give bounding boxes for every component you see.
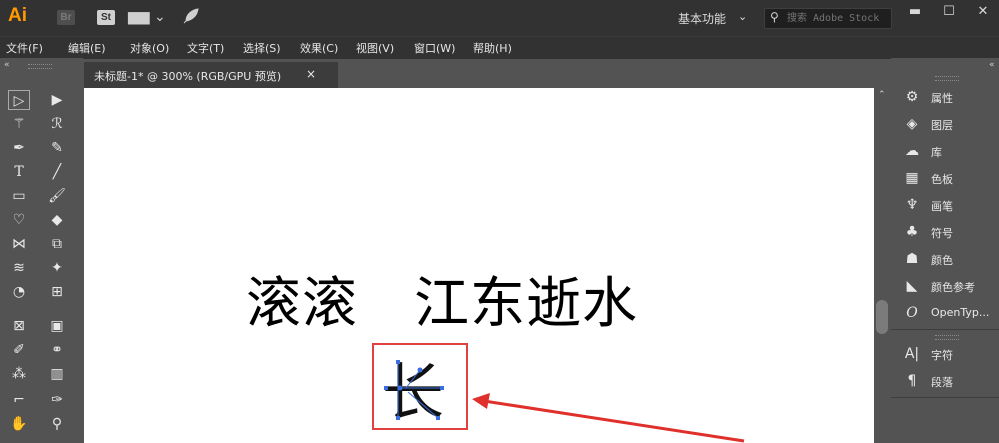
artwork-text[interactable]: 滚滚 江东逝水 [246,258,638,338]
color-guide-icon: ◣ [906,278,918,294]
menu-object[interactable]: 对象(O) [130,40,169,56]
color-icon: ☗ [905,251,919,267]
panel-grip[interactable] [935,76,959,81]
collapse-toolbox-icon[interactable]: « [4,60,10,70]
maximize-button[interactable]: ☐ [932,0,966,24]
zoom-tool-icon[interactable]: ⚲ [46,414,68,434]
column-graph-tool-icon[interactable]: ▥ [46,364,68,384]
annotation-arrow [472,393,745,443]
menu-view[interactable]: 视图(V) [356,40,394,56]
vertical-scrollbar[interactable]: ⌃ [874,88,891,443]
chevron-down-icon[interactable]: ⌄ [738,10,747,23]
menu-type[interactable]: 文字(T) [187,40,224,56]
magic-wand-tool-icon[interactable]: ⚚ [8,114,30,134]
blend-tool-icon[interactable]: ⚭ [46,340,68,360]
shape-builder-tool-icon[interactable]: ◔ [8,282,30,302]
workspace-switcher[interactable]: 基本功能 [678,10,726,27]
lasso-tool-icon[interactable]: ℛ [46,114,68,134]
toolbox-grip[interactable] [28,64,52,69]
brushes-icon: ♆ [905,197,919,213]
menu-select[interactable]: 选择(S) [243,40,281,56]
mesh-tool-icon[interactable]: ⊠ [8,316,30,336]
panel-color-guide[interactable]: ◣ 颜色参考 [891,274,999,298]
symbols-icon: ♣ [905,224,919,240]
reflect-tool-icon[interactable]: ⋈ [8,234,30,254]
direct-selection-tool-icon[interactable]: ▶ [46,90,68,110]
close-button[interactable]: ✕ [966,0,999,24]
menu-window[interactable]: 窗口(W) [414,40,455,56]
panel-character[interactable]: A| 字符 [891,342,999,366]
curvature-tool-icon[interactable]: ✎ [46,138,68,158]
properties-icon: ⚙ [905,89,919,105]
artboard-tool-icon[interactable]: ⌐ [8,390,30,410]
stock-search-input[interactable] [787,11,889,26]
pen-tool-icon[interactable]: ✒ [8,138,30,158]
stock-button[interactable]: St [97,10,115,25]
panel-layers[interactable]: ◈ 图层 [891,112,999,136]
menu-file[interactable]: 文件(F) [6,40,43,56]
eraser-tool-icon[interactable]: ◆ [46,210,68,230]
opentype-icon: O [906,305,918,321]
panel-libraries[interactable]: ☁ 库 [891,139,999,163]
feather-icon[interactable] [182,7,200,29]
panel-divider-2 [891,397,999,398]
tools-panel: « ▷ ▶ ⚚ ℛ ✒ ✎ T ╱ ▭ 🖌 ♡ ◆ ⋈ ⧉ ≋ ✦ ◔ ⊞ ⊠ … [0,58,83,443]
panel-grip-2[interactable] [935,335,959,340]
stock-search[interactable]: ⚲ [764,8,892,29]
menu-edit[interactable]: 编辑(E) [68,40,106,56]
panel-properties[interactable]: ⚙ 属性 [891,85,999,109]
character-icon: A| [904,346,920,362]
swatches-icon: ▦ [905,170,919,186]
shaper-tool-icon[interactable]: ♡ [8,210,30,230]
gradient-tool-icon[interactable]: ▣ [46,316,68,336]
arrange-documents-icon[interactable]: ▆▆ ⌄ [128,9,166,25]
scroll-thumb[interactable] [876,300,888,334]
title-bar: Ai Br St ▆▆ ⌄ 基本功能 ⌄ ⚲ ▬ ☐ ✕ [0,0,999,36]
document-tab-title: 未标题-1* @ 300% (RGB/GPU 预览) [94,70,282,83]
layers-icon: ◈ [906,116,918,132]
panel-brushes[interactable]: ♆ 画笔 [891,193,999,217]
minimize-button[interactable]: ▬ [898,0,932,24]
type-tool-icon[interactable]: T [8,162,30,182]
line-tool-icon[interactable]: ╱ [46,162,68,182]
panel-dock: « ⚙ 属性 ◈ 图层 ☁ 库 ▦ 色板 ♆ 画笔 ♣ 符号 ☗ 颜色 ◣ 颜色… [891,58,999,443]
bridge-button[interactable]: Br [57,10,75,25]
close-tab-icon[interactable]: × [306,67,316,81]
panel-opentype[interactable]: O OpenTyp... [891,301,999,325]
slice-tool-icon[interactable]: ✑ [46,390,68,410]
expand-panels-icon[interactable]: « [989,60,995,70]
panel-swatches[interactable]: ▦ 色板 [891,166,999,190]
symbol-sprayer-tool-icon[interactable]: ⁂ [8,364,30,384]
paragraph-icon: ¶ [907,373,917,389]
perspective-grid-tool-icon[interactable]: ⊞ [46,282,68,302]
panel-divider [891,329,999,330]
document-tab[interactable]: 未标题-1* @ 300% (RGB/GPU 预览) × [84,62,338,88]
puppet-warp-tool-icon[interactable]: ✦ [46,258,68,278]
scale-tool-icon[interactable]: ⧉ [46,234,68,254]
panel-color[interactable]: ☗ 颜色 [891,247,999,271]
eyedropper-tool-icon[interactable]: ✐ [8,340,30,360]
hand-tool-icon[interactable]: ✋ [8,414,30,434]
outlined-glyph[interactable]: 长 [376,348,464,426]
menu-help[interactable]: 帮助(H) [473,40,512,56]
width-tool-icon[interactable]: ≋ [8,258,30,278]
menu-bar: 文件(F) 编辑(E) 对象(O) 文字(T) 选择(S) 效果(C) 视图(V… [0,36,999,59]
paintbrush-tool-icon[interactable]: 🖌 [46,186,68,206]
panel-paragraph[interactable]: ¶ 段落 [891,369,999,393]
search-icon: ⚲ [770,10,779,24]
selection-tool-icon[interactable]: ▷ [8,90,30,110]
panel-symbols[interactable]: ♣ 符号 [891,220,999,244]
libraries-icon: ☁ [905,143,919,159]
scroll-up-icon[interactable]: ⌃ [878,90,886,100]
menu-effect[interactable]: 效果(C) [300,40,338,56]
app-logo: Ai [8,5,27,26]
rectangle-tool-icon[interactable]: ▭ [8,186,30,206]
